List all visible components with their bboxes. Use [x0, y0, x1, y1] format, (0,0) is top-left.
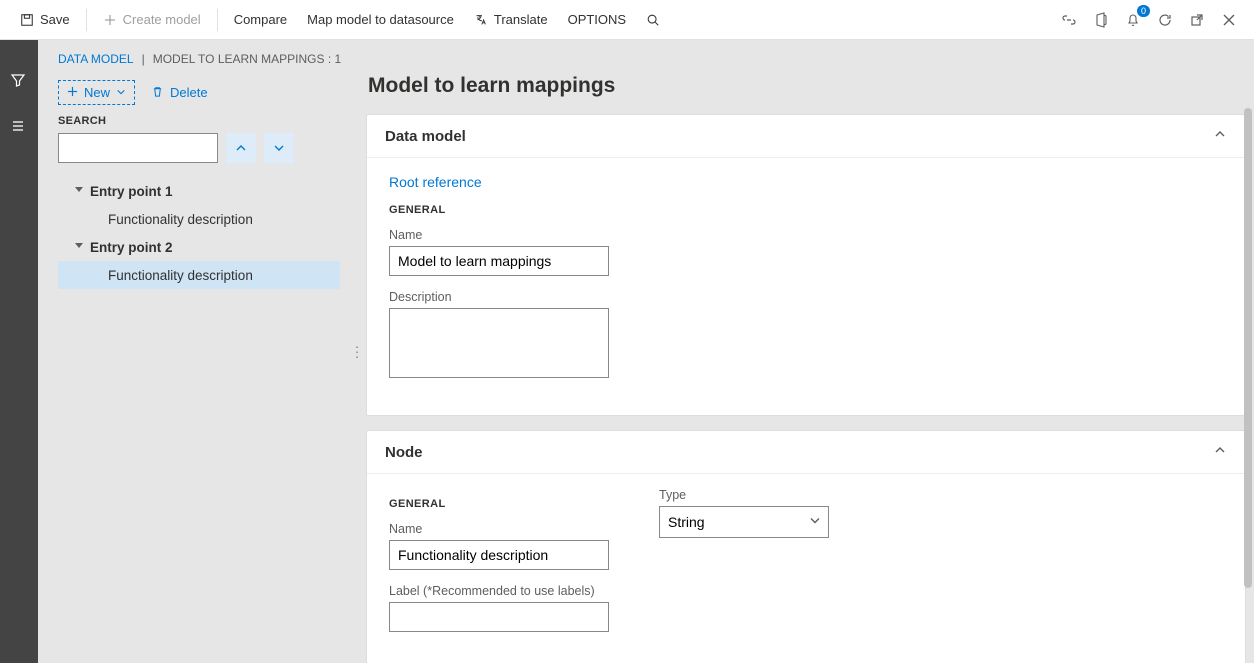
chevron-up-icon — [1213, 443, 1227, 461]
search-icon — [646, 13, 660, 27]
tree: Entry point 1 Functionality description … — [58, 177, 348, 289]
tree-node-ep2-child[interactable]: Functionality description — [58, 261, 340, 289]
link-icon[interactable] — [1060, 11, 1078, 29]
close-icon[interactable] — [1220, 11, 1238, 29]
save-button[interactable]: Save — [10, 6, 80, 34]
model-description-input[interactable] — [389, 308, 609, 378]
filter-icon[interactable] — [10, 72, 28, 90]
tree-label: Functionality description — [108, 268, 253, 283]
card-title: Data model — [385, 128, 466, 145]
trash-icon — [151, 85, 164, 101]
section-general: GENERAL — [389, 204, 1223, 216]
office-icon[interactable] — [1092, 11, 1110, 29]
collapse-icon — [74, 187, 84, 195]
card-title: Node — [385, 444, 423, 461]
root-reference-link[interactable]: Root reference — [389, 174, 1223, 190]
node-label-label: Label (*Recommended to use labels) — [389, 584, 609, 598]
search-next-button[interactable] — [264, 133, 294, 163]
translate-label: Translate — [494, 12, 548, 27]
card-node: Node GENERAL Name — [366, 430, 1246, 663]
breadcrumb-separator: | — [142, 52, 145, 66]
translate-icon — [474, 13, 488, 27]
breadcrumb-root[interactable]: DATA MODEL — [58, 52, 134, 66]
node-type-value[interactable] — [659, 506, 829, 538]
list-icon[interactable] — [10, 118, 28, 136]
translate-button[interactable]: Translate — [464, 6, 558, 34]
new-button[interactable]: New — [58, 80, 135, 105]
left-pane: New Delete SEARCH — [38, 70, 348, 663]
node-label-input[interactable] — [389, 602, 609, 632]
plus-icon — [67, 85, 78, 100]
page-title: Model to learn mappings — [368, 74, 1246, 98]
notification-badge: 0 — [1137, 5, 1150, 17]
search-input[interactable] — [58, 133, 218, 163]
plus-icon — [103, 13, 117, 27]
separator — [217, 9, 218, 31]
chevron-up-icon — [1213, 127, 1227, 145]
options-label: OPTIONS — [568, 12, 627, 27]
description-label: Description — [389, 290, 1223, 304]
node-type-select[interactable] — [659, 506, 829, 538]
node-type-label: Type — [659, 488, 829, 502]
compare-label: Compare — [234, 12, 287, 27]
options-button[interactable]: OPTIONS — [558, 6, 637, 34]
breadcrumb-current: MODEL TO LEARN MAPPINGS : 1 — [153, 52, 342, 66]
delete-label: Delete — [170, 85, 208, 100]
create-model-label: Create model — [123, 12, 201, 27]
scrollbar-thumb[interactable] — [1244, 108, 1252, 588]
save-label: Save — [40, 12, 70, 27]
node-name-input[interactable] — [389, 540, 609, 570]
tree-label: Entry point 1 — [90, 184, 173, 199]
tree-label: Entry point 2 — [90, 240, 173, 255]
save-icon — [20, 13, 34, 27]
search-button[interactable] — [636, 6, 670, 34]
right-pane: Model to learn mappings Data model Root … — [348, 70, 1254, 663]
card-header-node[interactable]: Node — [367, 431, 1245, 473]
separator — [86, 9, 87, 31]
vertical-rail — [0, 40, 38, 663]
tree-label: Functionality description — [108, 212, 253, 227]
tree-node-entry-point-1[interactable]: Entry point 1 — [58, 177, 340, 205]
scrollbar[interactable] — [1240, 78, 1254, 663]
model-name-input[interactable] — [389, 246, 609, 276]
compare-button[interactable]: Compare — [224, 6, 297, 34]
top-toolbar: Save Create model Compare Map model to d… — [0, 0, 1254, 40]
map-model-label: Map model to datasource — [307, 12, 454, 27]
search-label: SEARCH — [58, 115, 348, 127]
search-prev-button[interactable] — [226, 133, 256, 163]
tree-node-ep1-child[interactable]: Functionality description — [58, 205, 340, 233]
delete-button[interactable]: Delete — [145, 81, 214, 105]
name-label: Name — [389, 228, 1223, 242]
popout-icon[interactable] — [1188, 11, 1206, 29]
chevron-down-icon — [116, 85, 126, 100]
node-name-label: Name — [389, 522, 609, 536]
card-header-data-model[interactable]: Data model — [367, 115, 1245, 157]
breadcrumb: DATA MODEL | MODEL TO LEARN MAPPINGS : 1 — [38, 40, 1254, 70]
tree-node-entry-point-2[interactable]: Entry point 2 — [58, 233, 340, 261]
section-general: GENERAL — [389, 498, 609, 510]
refresh-icon[interactable] — [1156, 11, 1174, 29]
create-model-button: Create model — [93, 6, 211, 34]
notification-icon[interactable]: 0 — [1124, 11, 1142, 29]
new-label: New — [84, 85, 110, 100]
map-model-button[interactable]: Map model to datasource — [297, 6, 464, 34]
collapse-icon — [74, 243, 84, 251]
card-data-model: Data model Root reference GENERAL Name — [366, 114, 1246, 416]
